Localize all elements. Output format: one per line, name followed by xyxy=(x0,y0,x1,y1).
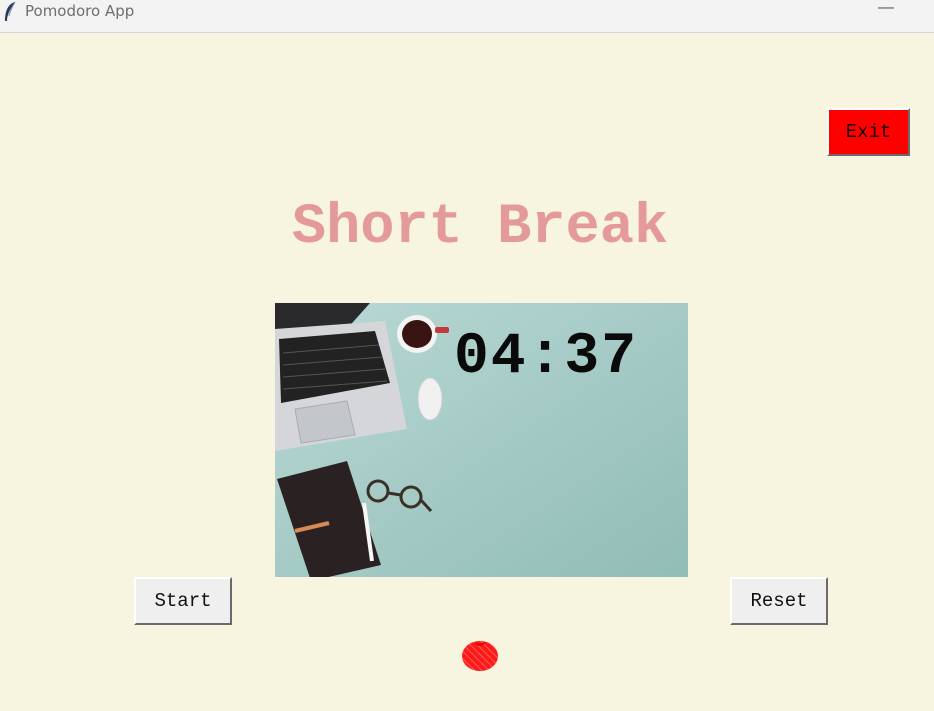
session-heading: Short Break xyxy=(291,196,669,260)
minimize-button[interactable]: — xyxy=(868,0,904,22)
tomato-icon xyxy=(462,641,498,671)
start-button[interactable]: Start xyxy=(134,577,232,625)
app-window: Exit Short Break 04:37 Start Reset xyxy=(0,34,934,711)
title-bar: Pomodoro App — xyxy=(0,0,934,33)
timer-display: 04:37 xyxy=(454,325,639,390)
feather-icon xyxy=(5,1,16,21)
exit-button[interactable]: Exit xyxy=(827,108,910,156)
reset-button[interactable]: Reset xyxy=(730,577,828,625)
mouse-illustration xyxy=(417,377,443,421)
window-title: Pomodoro App xyxy=(25,2,135,20)
